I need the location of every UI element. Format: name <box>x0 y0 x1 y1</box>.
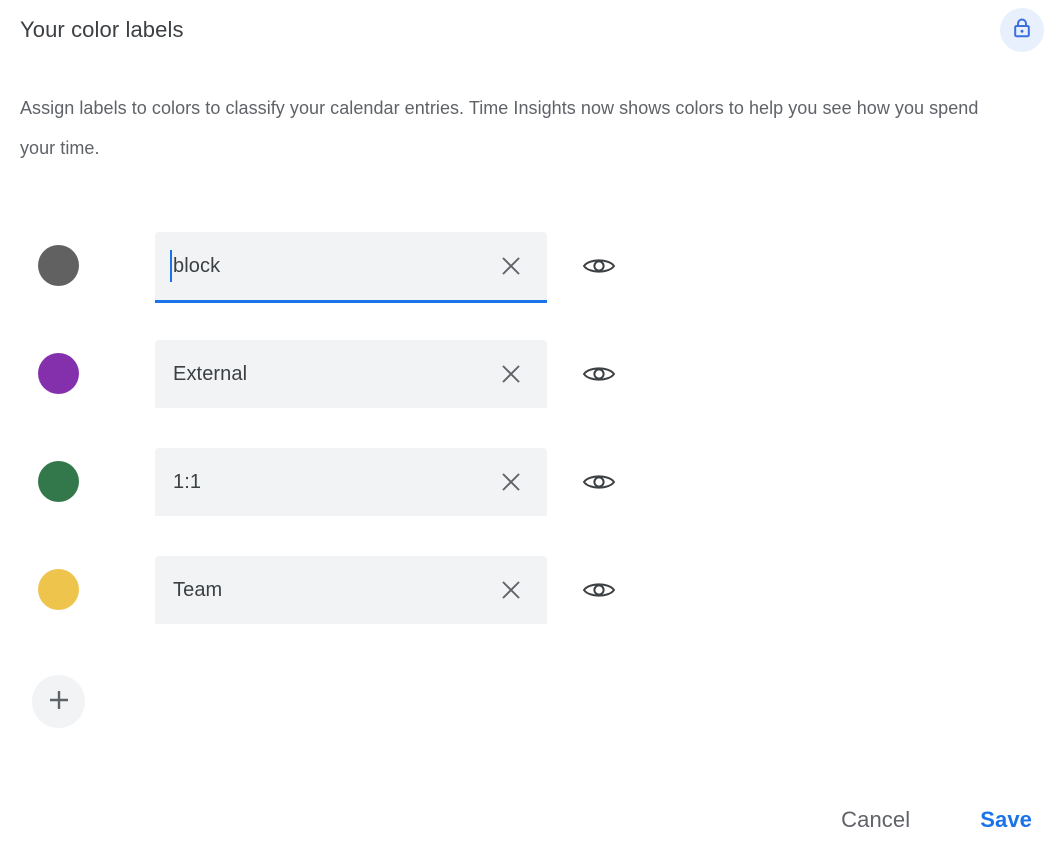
dialog-description: Assign labels to colors to classify your… <box>20 88 990 168</box>
clear-label-button[interactable] <box>495 358 527 390</box>
color-label-row: External <box>0 340 1064 408</box>
label-input-field[interactable]: External <box>155 340 547 408</box>
clear-label-button[interactable] <box>495 574 527 606</box>
save-button[interactable]: Save <box>970 801 1042 839</box>
label-input-value: Team <box>173 556 222 624</box>
dialog-footer: Cancel Save <box>0 782 1064 858</box>
color-swatch-grape[interactable] <box>38 353 79 394</box>
lock-icon <box>1012 17 1032 44</box>
color-swatch-graphite[interactable] <box>38 245 79 286</box>
text-caret <box>170 250 172 282</box>
label-input-value: 1:1 <box>173 448 201 516</box>
label-input-field[interactable]: block <box>155 232 547 303</box>
color-label-list: block External <box>0 232 1064 664</box>
label-input-field[interactable]: Team <box>155 556 547 624</box>
color-label-row: Team <box>0 556 1064 624</box>
toggle-visibility-button[interactable] <box>578 466 620 498</box>
color-swatch-basil[interactable] <box>38 461 79 502</box>
toggle-visibility-button[interactable] <box>578 358 620 390</box>
cancel-button[interactable]: Cancel <box>831 801 920 839</box>
clear-label-button[interactable] <box>495 466 527 498</box>
color-label-row: block <box>0 232 1064 300</box>
label-input-value: block <box>173 232 220 300</box>
label-input-value: External <box>173 340 247 408</box>
dialog-header: Your color labels <box>0 0 1064 64</box>
toggle-visibility-button[interactable] <box>578 574 620 606</box>
plus-icon <box>46 687 72 716</box>
clear-label-button[interactable] <box>495 250 527 282</box>
label-input-field[interactable]: 1:1 <box>155 448 547 516</box>
add-label-row <box>0 675 1064 729</box>
toggle-visibility-button[interactable] <box>578 250 620 282</box>
lock-badge <box>1000 8 1044 52</box>
add-label-button[interactable] <box>32 675 85 728</box>
page-title: Your color labels <box>20 15 184 45</box>
color-swatch-banana[interactable] <box>38 569 79 610</box>
color-label-row: 1:1 <box>0 448 1064 516</box>
